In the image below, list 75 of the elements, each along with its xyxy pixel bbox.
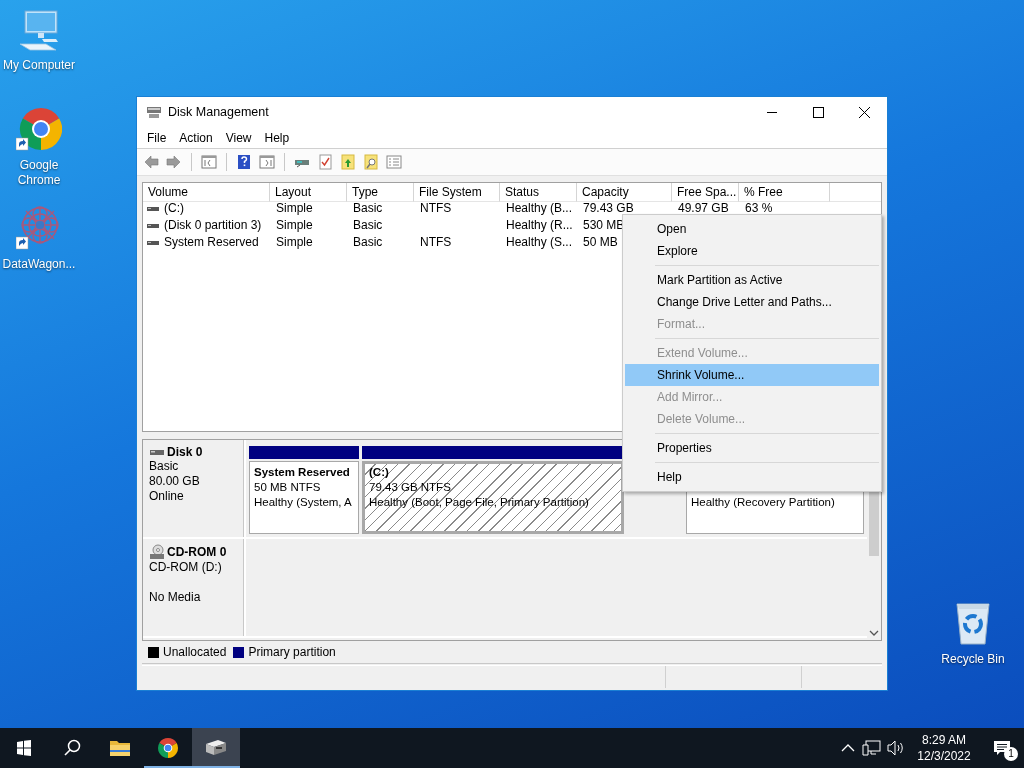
checklist-icon[interactable]: [317, 154, 333, 170]
table-cell: Simple: [276, 234, 313, 251]
column-header[interactable]: Capacity: [577, 183, 672, 202]
table-cell: Simple: [276, 217, 313, 234]
clock-date: 12/3/2022: [917, 748, 971, 764]
menu-item[interactable]: Mark Partition as Active: [625, 269, 879, 291]
partition-status: Healthy (System, A: [254, 496, 352, 508]
taskbar-app-button[interactable]: [192, 728, 240, 768]
menu-item[interactable]: Properties: [625, 437, 879, 459]
menu-item[interactable]: Help: [257, 128, 296, 147]
desktop-icon-label[interactable]: Recycle Bin: [941, 652, 1005, 667]
table-cell: Healthy (R...: [506, 217, 573, 234]
partition-box[interactable]: (C:) 79.43 GB NTFS Healthy (Boot, Page File, Primary Partition): [362, 461, 624, 534]
table-cell: (Disk 0 partition 3): [164, 217, 262, 234]
partition-title: System Reserved: [254, 466, 350, 478]
table-cell: 79.43 GB: [583, 200, 634, 217]
table-cell: Basic: [353, 234, 383, 251]
cd-drive-icon: [149, 544, 165, 560]
column-header[interactable]: Type: [347, 183, 414, 202]
window-title: Disk Management: [168, 105, 270, 119]
table-cell: 50 MB: [583, 234, 618, 251]
clock[interactable]: 8:29 AM 12/3/2022: [908, 732, 980, 764]
legend-label: Unallocated: [163, 645, 227, 659]
clock-time: 8:29 AM: [922, 732, 966, 748]
menu-item[interactable]: Explore: [625, 240, 879, 262]
table-cell: Simple: [276, 200, 313, 217]
notification-count-badge: 1: [1004, 747, 1018, 761]
table-cell: Basic: [353, 200, 383, 217]
partition-title: (C:): [369, 466, 389, 478]
column-header[interactable]: Free Spa...: [672, 183, 739, 202]
back-arrow-icon[interactable]: [143, 154, 159, 170]
partition-size: 79.43 GB NTFS: [369, 481, 451, 493]
drive-icon: [149, 447, 165, 457]
disk-state: Online: [149, 489, 185, 504]
folder-up-icon[interactable]: [340, 154, 356, 170]
table-cell: 49.97 GB: [678, 200, 729, 217]
menu-item[interactable]: Open: [625, 218, 879, 240]
pane-icon[interactable]: [201, 154, 217, 170]
legend-label: Primary partition: [248, 645, 336, 659]
disk-state: No Media: [149, 590, 202, 605]
disk-size: 80.00 GB: [149, 474, 201, 489]
table-cell: Healthy (S...: [506, 234, 573, 251]
drive-icon: [146, 105, 162, 119]
partition-status: Healthy (Recovery Partition): [691, 496, 835, 508]
partition-status: Healthy (Boot, Page File, Primary Partition): [369, 496, 589, 508]
menu-item[interactable]: Change Drive Letter and Paths...: [625, 291, 879, 313]
disk-type: CD-ROM (D:): [149, 560, 223, 575]
partition-size: 50 MB NTFS: [254, 481, 321, 493]
table-cell: Healthy (B...: [506, 200, 573, 217]
column-header[interactable]: Status: [500, 183, 577, 202]
help-icon[interactable]: [236, 154, 252, 170]
table-cell: Basic: [353, 217, 383, 234]
menu-item[interactable]: Action: [172, 128, 219, 147]
menu-item[interactable]: View: [218, 128, 258, 147]
folder-search-icon[interactable]: [363, 154, 379, 170]
table-cell: 63 %: [745, 200, 773, 217]
column-header[interactable]: % Free: [739, 183, 830, 202]
column-header[interactable]: Layout: [270, 183, 347, 202]
column-header[interactable]: File System: [414, 183, 500, 202]
disk-name: Disk 0: [167, 445, 203, 459]
table-cell: NTFS: [420, 200, 452, 217]
disk-name: CD-ROM 0: [167, 545, 227, 559]
desktop-icon-label[interactable]: DataWagon...: [2, 257, 76, 272]
partition-box[interactable]: System Reserved 50 MB NTFS Healthy (System, A: [249, 461, 359, 534]
menu-item[interactable]: File: [140, 128, 173, 147]
table-cell: NTFS: [420, 234, 452, 251]
table-cell: System Reserved: [164, 234, 259, 251]
forward-arrow-icon[interactable]: [166, 154, 182, 170]
table-cell: (C:): [164, 200, 184, 217]
menu-item[interactable]: Shrink Volume...: [625, 364, 879, 386]
mandala-icon[interactable]: [16, 205, 62, 251]
pane-icon[interactable]: [259, 154, 275, 170]
disk-type: Basic: [149, 459, 180, 474]
chrome-icon[interactable]: [16, 106, 62, 152]
column-header[interactable]: Volume: [143, 183, 270, 202]
